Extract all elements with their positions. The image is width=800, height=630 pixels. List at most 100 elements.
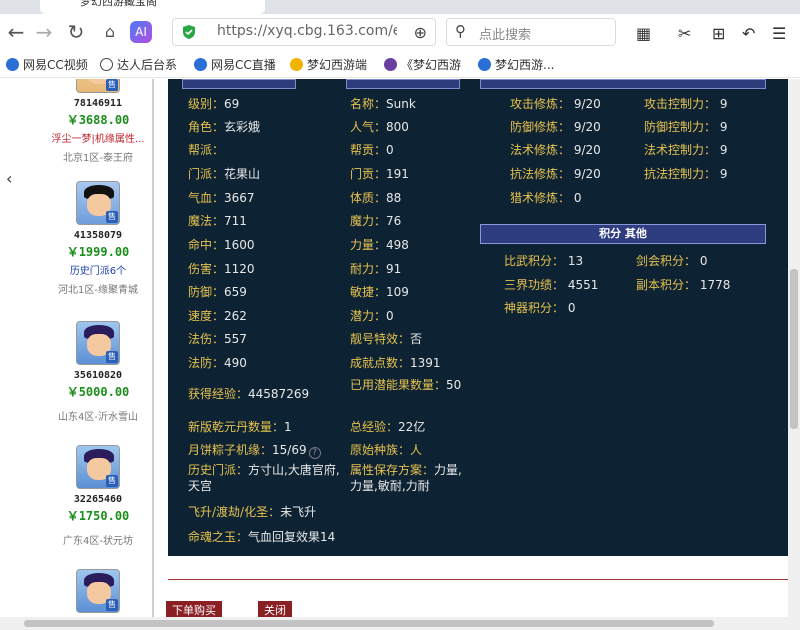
listing-card[interactable]: 售 41358079 ￥1999.00 历史门派6个 河北1区-缘聚青城 — [44, 181, 152, 296]
page-content: ‹ 售 78146911 ￥3688.00 浮尘一梦|机缘属性... 北京1区-… — [0, 79, 800, 630]
cult-attack: 攻击修炼： 9/20 — [510, 97, 601, 111]
sidebar-divider — [152, 79, 154, 619]
attr-agility: 敏捷：109 — [350, 285, 409, 299]
attr-potential-fruit: 已用潜能果数量：50 — [350, 378, 462, 392]
attr-level: 级别：69 — [188, 97, 240, 111]
points-pk: 比武积分： 13 — [504, 254, 584, 268]
attr-speed: 速度：262 — [188, 309, 247, 323]
attr-save-scheme: 属性保存方案：力量,力量,敏耐,力耐 — [350, 463, 462, 493]
attr-school: 门派：花果山 — [188, 167, 261, 181]
avatar[interactable]: 售 — [76, 445, 120, 489]
scroll-thumb[interactable] — [790, 269, 798, 429]
listing-id: 41358079 — [73, 230, 123, 241]
sale-badge: 售 — [106, 79, 118, 91]
left-strip: ‹ — [0, 79, 22, 619]
attr-popularity: 人气：800 — [350, 120, 409, 134]
tab-strip: 梦幻西游藏宝阁 — [0, 0, 800, 14]
browser-tab[interactable]: 梦幻西游藏宝阁 — [40, 0, 265, 14]
back-icon[interactable]: ← — [4, 20, 28, 44]
cult-defense-control: 防御控制力： 9 — [644, 120, 728, 134]
cult-attack-control: 攻击控制力： 9 — [644, 97, 728, 111]
listing-id: 35610820 — [73, 370, 123, 381]
listing-card[interactable]: 售 35610820 ￥5000.00 山东4区-沂水雪山 — [44, 321, 152, 423]
section-header — [480, 79, 766, 89]
apps-grid-icon[interactable]: ▦ — [636, 24, 651, 43]
horizontal-scrollbar[interactable] — [0, 617, 788, 630]
attr-hp: 气血：3667 — [188, 191, 255, 205]
listing-note: 浮尘一梦|机缘属性... — [51, 134, 145, 145]
avatar[interactable]: 售 — [76, 181, 120, 225]
sale-badge: 售 — [106, 211, 118, 223]
listing-server: 北京1区-泰王府 — [63, 153, 133, 164]
attr-experience: 获得经验：44587269 — [188, 387, 310, 401]
listing-server: 广东4区-状元坊 — [63, 536, 133, 547]
listing-card[interactable]: 售 — [44, 569, 152, 613]
cult-magic-control: 法术控制力： 9 — [644, 143, 728, 157]
bookmark-item[interactable]: 达人后台系 — [100, 56, 177, 73]
attr-magic-power: 魔力：76 — [350, 214, 402, 228]
attr-potential: 潜力：0 — [350, 309, 394, 323]
bookmark-item[interactable]: 《梦幻西游 — [384, 56, 461, 73]
zoom-icon[interactable]: ⊕ — [414, 23, 427, 42]
listing-id: 32265460 — [73, 494, 123, 505]
attr-qiankun-pill: 新版乾元丹数量：1 — [188, 420, 292, 434]
chevron-left-icon[interactable]: ‹ — [6, 169, 12, 188]
attr-magic-defense: 法防：490 — [188, 356, 247, 370]
cult-resist-control: 抗法控制力： 9 — [644, 167, 728, 181]
undo-icon[interactable]: ↶ — [742, 24, 755, 43]
attr-race: 原始种族：人 — [350, 443, 423, 457]
game-icon — [384, 58, 397, 71]
search-box[interactable]: ⚲ 点此搜索 — [446, 18, 616, 46]
cc-icon — [478, 58, 491, 71]
points-header: 积分 其他 — [480, 224, 766, 244]
bookmark-item[interactable]: 梦幻西游端 — [290, 56, 367, 73]
bookmark-item[interactable]: 网易CC视频 — [6, 56, 88, 73]
attr-endurance: 耐力：91 — [350, 262, 402, 276]
points-merit: 三界功绩： 4551 — [504, 278, 599, 292]
search-icon: ⚲ — [455, 22, 466, 40]
points-dungeon: 副本积分： 1778 — [636, 278, 731, 292]
vertical-scrollbar[interactable] — [788, 79, 800, 630]
listing-card[interactable]: 售 78146911 ￥3688.00 浮尘一梦|机缘属性... 北京1区-泰王… — [44, 79, 152, 164]
cc-icon — [6, 58, 19, 71]
globe-icon — [100, 58, 113, 71]
attr-achievement: 成就点数：1391 — [350, 356, 441, 370]
forward-icon[interactable]: → — [32, 20, 56, 44]
cc-icon — [194, 58, 207, 71]
cult-resist: 抗法修炼： 9/20 — [510, 167, 601, 181]
bookmark-item[interactable]: 梦幻西游... — [478, 56, 554, 73]
attr-damage: 伤害：1120 — [188, 262, 255, 276]
listing-note: 历史门派6个 — [69, 266, 127, 277]
listing-price: ￥3688.00 — [66, 113, 130, 127]
attr-constitution: 体质：88 — [350, 191, 402, 205]
listing-card[interactable]: 售 32265460 ￥1750.00 广东4区-状元坊 — [44, 445, 152, 547]
extensions-icon[interactable]: ⊞ — [712, 24, 725, 43]
ai-icon[interactable]: AI — [130, 21, 152, 43]
attr-defense: 防御：659 — [188, 285, 247, 299]
help-icon[interactable]: ? — [308, 447, 321, 459]
scroll-thumb[interactable] — [24, 620, 714, 627]
avatar[interactable]: 售 — [76, 321, 120, 365]
listing-sidebar: 售 78146911 ￥3688.00 浮尘一梦|机缘属性... 北京1区-泰王… — [44, 79, 152, 630]
url-text: https://xyq.cbg.163.com/ec — [217, 23, 397, 39]
attr-magic-attack: 法伤：557 — [188, 332, 247, 346]
bookmark-item[interactable]: 网易CC直播 — [194, 56, 276, 73]
character-info-panel: 级别：69 角色：玄彩娥 帮派： 门派：花果山 气血：3667 魔法：711 命… — [168, 79, 788, 556]
menu-icon[interactable]: ☰ — [772, 24, 786, 43]
sale-badge: 售 — [106, 351, 118, 363]
listing-price: ￥1750.00 — [66, 509, 130, 523]
attr-gang-contrib: 帮贡：0 — [350, 143, 394, 157]
section-header — [346, 79, 460, 89]
search-placeholder: 点此搜索 — [479, 28, 532, 43]
listing-server: 河北1区-缘聚青城 — [58, 285, 138, 296]
scissors-icon[interactable]: ✂ — [678, 24, 691, 43]
attr-role: 角色：玄彩娥 — [188, 120, 261, 134]
attr-title-effect: 靓号特效：否 — [350, 332, 423, 346]
avatar[interactable]: 售 — [76, 569, 120, 613]
cult-magic: 法术修炼： 9/20 — [510, 143, 601, 157]
address-bar[interactable]: https://xyq.cbg.163.com/ec ⊕ — [172, 18, 436, 46]
avatar[interactable]: 售 — [76, 79, 120, 93]
tab-title: 梦幻西游藏宝阁 — [80, 0, 157, 8]
reload-icon[interactable]: ↻ — [64, 20, 88, 44]
home-icon[interactable]: ⌂ — [98, 20, 122, 44]
